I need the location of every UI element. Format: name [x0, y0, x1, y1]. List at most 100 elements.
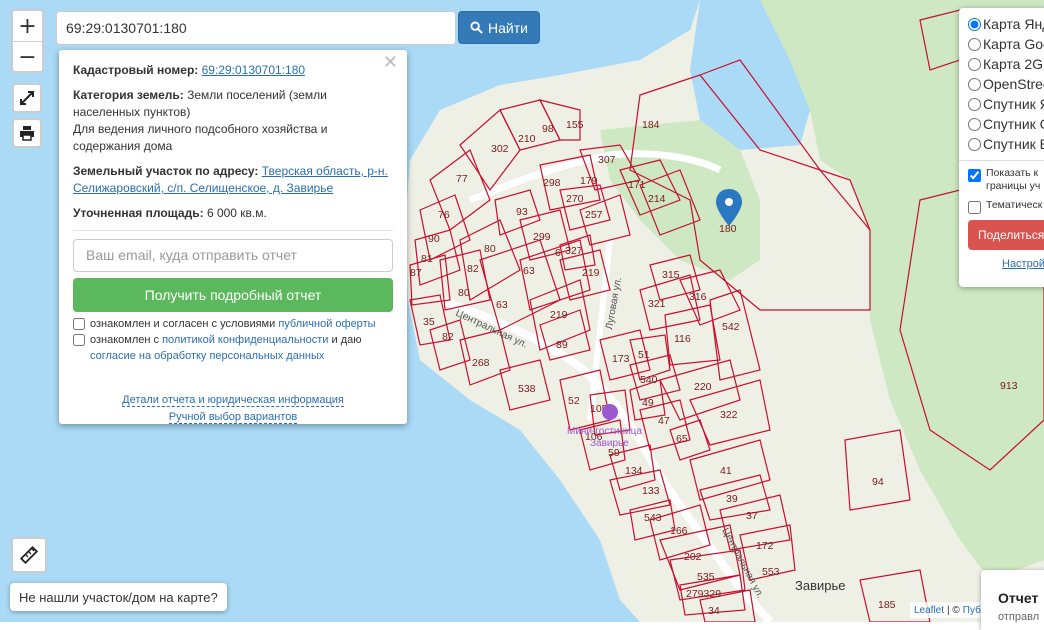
- close-icon[interactable]: ✕: [383, 54, 398, 72]
- layer-radio[interactable]: [968, 37, 981, 51]
- consent-offer-checkbox[interactable]: [73, 318, 85, 330]
- svg-text:172: 172: [756, 540, 774, 552]
- parcel-info-popup: ✕ Кадастровый номер: 69:29:0130701:180 К…: [59, 50, 407, 424]
- search-icon: [470, 21, 483, 34]
- svg-text:52: 52: [568, 395, 580, 407]
- area-row: Уточненная площадь: 6 000 кв.м.: [73, 205, 393, 222]
- not-found-button[interactable]: Не нашли участок/дом на карте?: [10, 583, 227, 611]
- svg-text:116: 116: [674, 333, 691, 345]
- layer-option[interactable]: Спутник Google: [968, 114, 1044, 134]
- print-icon: [20, 126, 34, 141]
- svg-text:185: 185: [878, 599, 896, 611]
- layer-label: Карта Google: [983, 36, 1044, 52]
- attribution-sep: | ©: [947, 604, 960, 616]
- public-offer-link[interactable]: публичной оферты: [278, 318, 375, 330]
- layer-radio[interactable]: [968, 77, 981, 91]
- thematic-label: Тематическ: [986, 199, 1043, 211]
- svg-text:90: 90: [428, 233, 440, 245]
- layer-radio[interactable]: [968, 57, 981, 71]
- find-button[interactable]: Найти: [458, 11, 540, 44]
- svg-text:535: 535: [697, 571, 715, 583]
- layer-option[interactable]: Карта Google: [968, 34, 1044, 54]
- svg-text:315: 315: [662, 269, 680, 281]
- layer-radio[interactable]: [968, 97, 981, 111]
- svg-text:219: 219: [582, 267, 600, 279]
- share-button[interactable]: Поделиться: [968, 220, 1044, 250]
- report-panel[interactable]: Отчет отправл: [981, 570, 1044, 630]
- consent-privacy-middle: и даю: [331, 334, 362, 346]
- svg-text:214: 214: [648, 193, 666, 205]
- thematic-option[interactable]: Тематическ: [968, 199, 1044, 214]
- ruler-button[interactable]: [11, 537, 47, 573]
- thematic-checkbox[interactable]: [968, 201, 981, 214]
- settings-link[interactable]: Настрой: [968, 258, 1044, 270]
- consent-privacy-prefix: ознакомлен с: [90, 334, 160, 346]
- show-borders-line1: Показать к: [986, 167, 1039, 179]
- layer-option[interactable]: Карта 2GIS: [968, 54, 1044, 74]
- show-borders-checkbox[interactable]: [968, 169, 981, 182]
- svg-text:173: 173: [612, 353, 630, 365]
- fullscreen-button[interactable]: [12, 83, 42, 113]
- zoom-in-button[interactable]: +: [13, 11, 42, 42]
- personal-data-link[interactable]: согласие на обработку персональных данны…: [90, 350, 324, 362]
- svg-text:Мини-гостиница: Мини-гостиница: [567, 426, 642, 437]
- svg-text:51: 51: [638, 349, 650, 361]
- layers-divider: [959, 160, 1044, 161]
- svg-text:65: 65: [676, 433, 688, 445]
- search-input[interactable]: 69:29:0130701:180: [56, 11, 456, 45]
- layer-option[interactable]: Спутник Яндекс: [968, 94, 1044, 114]
- svg-text:94: 94: [872, 476, 884, 488]
- email-field[interactable]: Ваш email, куда отправить отчет: [73, 239, 393, 272]
- popup-links: Детали отчета и юридическая информация Р…: [73, 392, 393, 426]
- area-label: Уточненная площадь:: [73, 206, 204, 220]
- ruler-icon: [20, 546, 38, 564]
- cadastral-row: Кадастровый номер: 69:29:0130701:180: [73, 62, 393, 79]
- svg-text:184: 184: [642, 119, 660, 131]
- svg-text:80: 80: [458, 287, 470, 299]
- svg-text:542: 542: [722, 321, 740, 333]
- svg-text:279329: 279329: [686, 588, 721, 600]
- svg-text:219: 219: [550, 309, 568, 321]
- area-value: 6 000 кв.м.: [206, 206, 267, 220]
- details-link[interactable]: Детали отчета и юридическая информация: [122, 394, 344, 407]
- print-button[interactable]: [12, 118, 42, 148]
- svg-text:37: 37: [746, 510, 758, 522]
- svg-text:210: 210: [518, 133, 536, 145]
- svg-text:77: 77: [456, 173, 468, 185]
- show-borders-text: Показать к границы уч: [986, 167, 1040, 193]
- show-borders-option[interactable]: Показать к границы уч: [968, 167, 1044, 193]
- attribution-rest[interactable]: Пуб: [963, 605, 981, 616]
- svg-text:47: 47: [658, 415, 670, 427]
- svg-text:171: 171: [628, 179, 646, 191]
- layer-label: Спутник Bing: [983, 136, 1044, 152]
- layer-option[interactable]: Карта Яндекс: [968, 14, 1044, 34]
- svg-text:34: 34: [708, 605, 720, 617]
- layer-label: OpenStreetMap: [983, 76, 1044, 92]
- get-report-button[interactable]: Получить подробный отчет: [73, 278, 393, 312]
- svg-text:553: 553: [762, 566, 780, 578]
- layer-radio[interactable]: [968, 137, 981, 151]
- svg-text:270: 270: [566, 193, 584, 205]
- zoom-control: + −: [11, 9, 44, 73]
- svg-text:220: 220: [694, 381, 712, 393]
- svg-text:302: 302: [491, 143, 509, 155]
- layer-option[interactable]: OpenStreetMap: [968, 74, 1044, 94]
- consent-privacy-row: ознакомлен с политикой конфиденциальност…: [73, 332, 393, 364]
- layer-radio[interactable]: [968, 17, 981, 31]
- svg-text:179: 179: [580, 175, 598, 187]
- find-button-label: Найти: [488, 19, 528, 36]
- layer-radio[interactable]: [968, 117, 981, 131]
- svg-text:81: 81: [421, 253, 433, 265]
- village-label: Завирье: [795, 578, 845, 593]
- manual-choice-link[interactable]: Ручной выбор вариантов: [168, 411, 298, 424]
- cadastral-link[interactable]: 69:29:0130701:180: [202, 63, 305, 77]
- leaflet-link[interactable]: Leaflet: [914, 605, 944, 616]
- layer-option[interactable]: Спутник Bing: [968, 134, 1044, 154]
- privacy-policy-link[interactable]: политикой конфиденциальности: [162, 334, 328, 346]
- map-attribution: Leaflet | © Пуб: [910, 602, 985, 618]
- svg-text:134: 134: [625, 465, 643, 477]
- svg-text:268: 268: [472, 357, 490, 369]
- consent-privacy-checkbox[interactable]: [73, 334, 85, 346]
- consent-offer-text: ознакомлен и согласен с условиями публич…: [90, 316, 376, 332]
- zoom-out-button[interactable]: −: [13, 42, 42, 72]
